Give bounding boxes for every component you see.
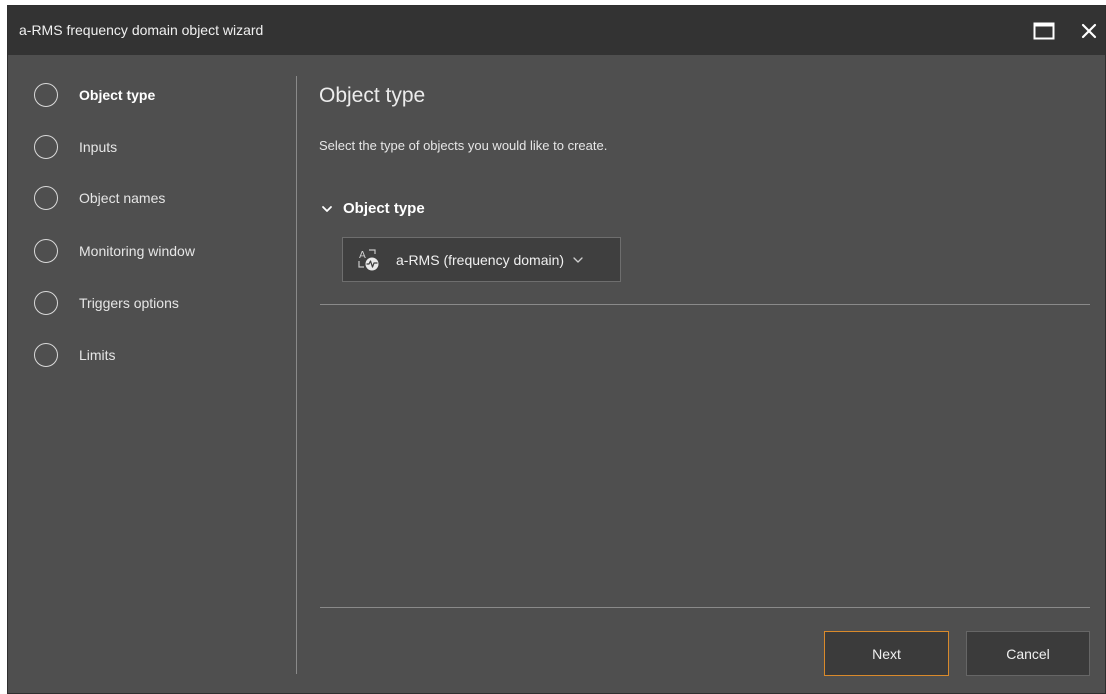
step-label: Limits [79,347,116,363]
chevron-down-icon [322,205,332,212]
sidebar-divider [296,76,297,674]
step-circle-icon [34,239,58,263]
cancel-button[interactable]: Cancel [966,631,1090,676]
page-description: Select the type of objects you would lik… [319,138,608,153]
section-divider [320,304,1090,305]
step-label: Triggers options [79,295,179,311]
step-object-names[interactable]: Object names [34,183,165,213]
step-label: Object names [79,190,166,206]
next-button[interactable]: Next [824,631,949,676]
step-circle-icon [34,83,58,107]
wizard-steps-sidebar: Object type Inputs Object names Monitori… [8,55,298,693]
step-circle-icon [34,343,58,367]
object-type-section-header[interactable]: Object type [321,200,425,217]
section-title: Object type [343,200,425,217]
maximize-icon [1033,22,1055,40]
maximize-button[interactable] [1032,19,1056,43]
step-triggers-options[interactable]: Triggers options [34,288,179,318]
footer-divider [320,607,1090,608]
close-button[interactable] [1077,19,1101,43]
step-circle-icon [34,186,58,210]
step-monitoring-window[interactable]: Monitoring window [34,236,195,266]
object-type-dropdown[interactable]: A a-RMS (frequency domain) [342,237,621,282]
step-label: Inputs [79,139,118,155]
step-inputs[interactable]: Inputs [34,132,117,162]
title-bar: a-RMS frequency domain object wizard [8,6,1105,55]
close-icon [1081,23,1097,39]
page-title: Object type [319,84,426,107]
step-limits[interactable]: Limits [34,340,116,370]
step-label: Object type [79,87,156,103]
step-circle-icon [34,135,58,159]
window-title: a-RMS frequency domain object wizard [19,22,264,38]
a-rms-object-icon: A [358,248,379,270]
chevron-down-icon [573,256,583,263]
dropdown-selected-value: a-RMS (frequency domain) [396,251,565,268]
step-circle-icon [34,291,58,315]
step-object-type[interactable]: Object type [34,80,155,110]
svg-text:A: A [359,250,366,261]
step-label: Monitoring window [79,243,195,259]
wizard-window: a-RMS frequency domain object wizard Obj… [7,5,1106,694]
